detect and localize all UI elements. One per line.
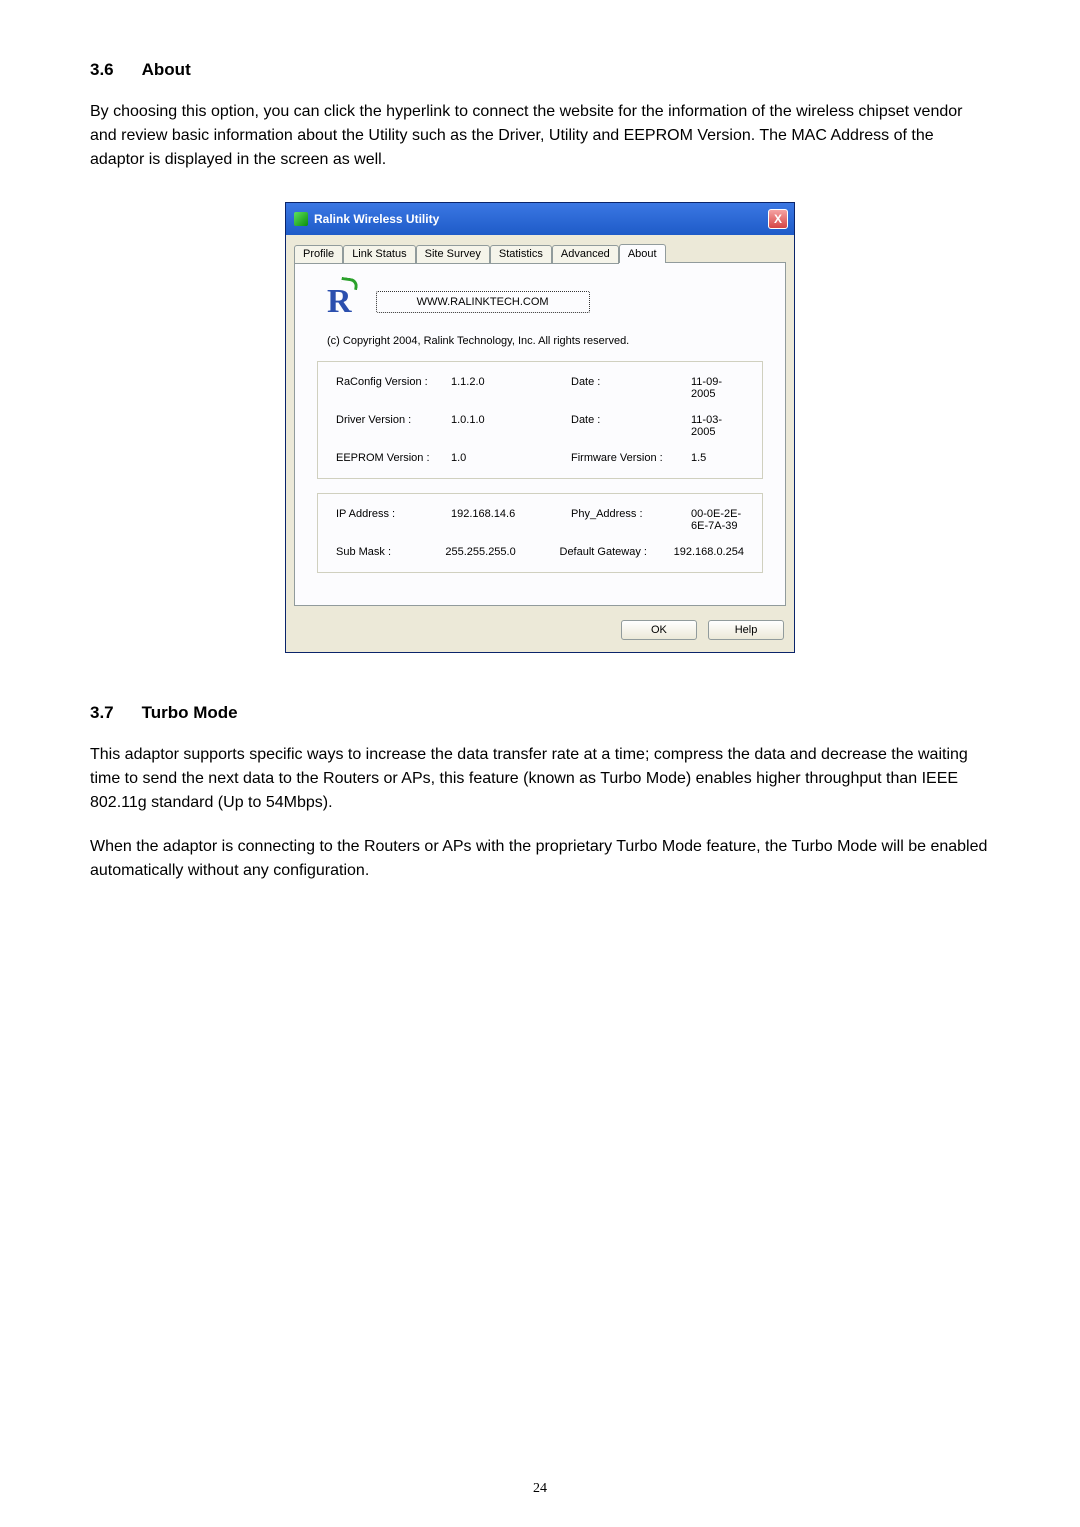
about-panel: R WWW.RALINKTECH.COM (c) Copyright 2004,… bbox=[294, 262, 786, 606]
ip-address-label: IP Address : bbox=[336, 508, 451, 532]
section-title: Turbo Mode bbox=[142, 703, 238, 722]
raconfig-version-label: RaConfig Version : bbox=[336, 376, 451, 400]
section-37-paragraph-2: When the adaptor is connecting to the Ro… bbox=[90, 835, 990, 883]
sub-mask-value: 255.255.255.0 bbox=[445, 546, 559, 558]
ip-address-value: 192.168.14.6 bbox=[451, 508, 571, 532]
version-info-group: RaConfig Version : 1.1.2.0 Date : 11-09-… bbox=[317, 361, 763, 479]
section-37-heading: 3.7 Turbo Mode bbox=[90, 703, 990, 723]
website-link-button[interactable]: WWW.RALINKTECH.COM bbox=[376, 291, 590, 313]
copyright-text: (c) Copyright 2004, Ralink Technology, I… bbox=[317, 335, 763, 347]
tab-about[interactable]: About bbox=[619, 244, 666, 263]
firmware-version-label: Firmware Version : bbox=[571, 452, 691, 464]
close-icon[interactable]: X bbox=[768, 209, 788, 229]
default-gateway-label: Default Gateway : bbox=[560, 546, 674, 558]
dialog-screenshot: Ralink Wireless Utility X Profile Link S… bbox=[90, 202, 990, 653]
raconfig-date-value: 11-09-2005 bbox=[691, 376, 744, 400]
tab-strip: Profile Link Status Site Survey Statisti… bbox=[286, 235, 794, 262]
section-num: 3.7 bbox=[90, 703, 114, 723]
ok-button[interactable]: OK bbox=[621, 620, 697, 640]
section-title: About bbox=[142, 60, 191, 79]
phy-address-label: Phy_Address : bbox=[571, 508, 691, 532]
ralink-logo-icon: R bbox=[327, 283, 352, 321]
section-36-paragraph: By choosing this option, you can click t… bbox=[90, 100, 990, 172]
raconfig-version-value: 1.1.2.0 bbox=[451, 376, 571, 400]
default-gateway-value: 192.168.0.254 bbox=[674, 546, 744, 558]
tab-statistics[interactable]: Statistics bbox=[490, 245, 552, 264]
driver-date-value: 11-03-2005 bbox=[691, 414, 744, 438]
driver-version-value: 1.0.1.0 bbox=[451, 414, 571, 438]
section-num: 3.6 bbox=[90, 60, 114, 80]
phy-address-value: 00-0E-2E-6E-7A-39 bbox=[691, 508, 744, 532]
app-icon bbox=[294, 212, 308, 226]
section-37-paragraph-1: This adaptor supports specific ways to i… bbox=[90, 743, 990, 815]
tab-advanced[interactable]: Advanced bbox=[552, 245, 619, 264]
raconfig-date-label: Date : bbox=[571, 376, 691, 400]
dialog-button-row: OK Help bbox=[286, 614, 794, 652]
driver-version-label: Driver Version : bbox=[336, 414, 451, 438]
network-info-group: IP Address : 192.168.14.6 Phy_Address : … bbox=[317, 493, 763, 573]
section-36-heading: 3.6 About bbox=[90, 60, 990, 80]
driver-date-label: Date : bbox=[571, 414, 691, 438]
help-button[interactable]: Help bbox=[708, 620, 784, 640]
sub-mask-label: Sub Mask : bbox=[336, 546, 445, 558]
firmware-version-value: 1.5 bbox=[691, 452, 744, 464]
tab-link-status[interactable]: Link Status bbox=[343, 245, 415, 264]
tab-site-survey[interactable]: Site Survey bbox=[416, 245, 490, 264]
eeprom-version-value: 1.0 bbox=[451, 452, 571, 464]
dialog-title: Ralink Wireless Utility bbox=[314, 212, 439, 226]
dialog-titlebar: Ralink Wireless Utility X bbox=[286, 203, 794, 235]
tab-profile[interactable]: Profile bbox=[294, 245, 343, 264]
page-number: 24 bbox=[0, 1481, 1080, 1497]
eeprom-version-label: EEPROM Version : bbox=[336, 452, 451, 464]
